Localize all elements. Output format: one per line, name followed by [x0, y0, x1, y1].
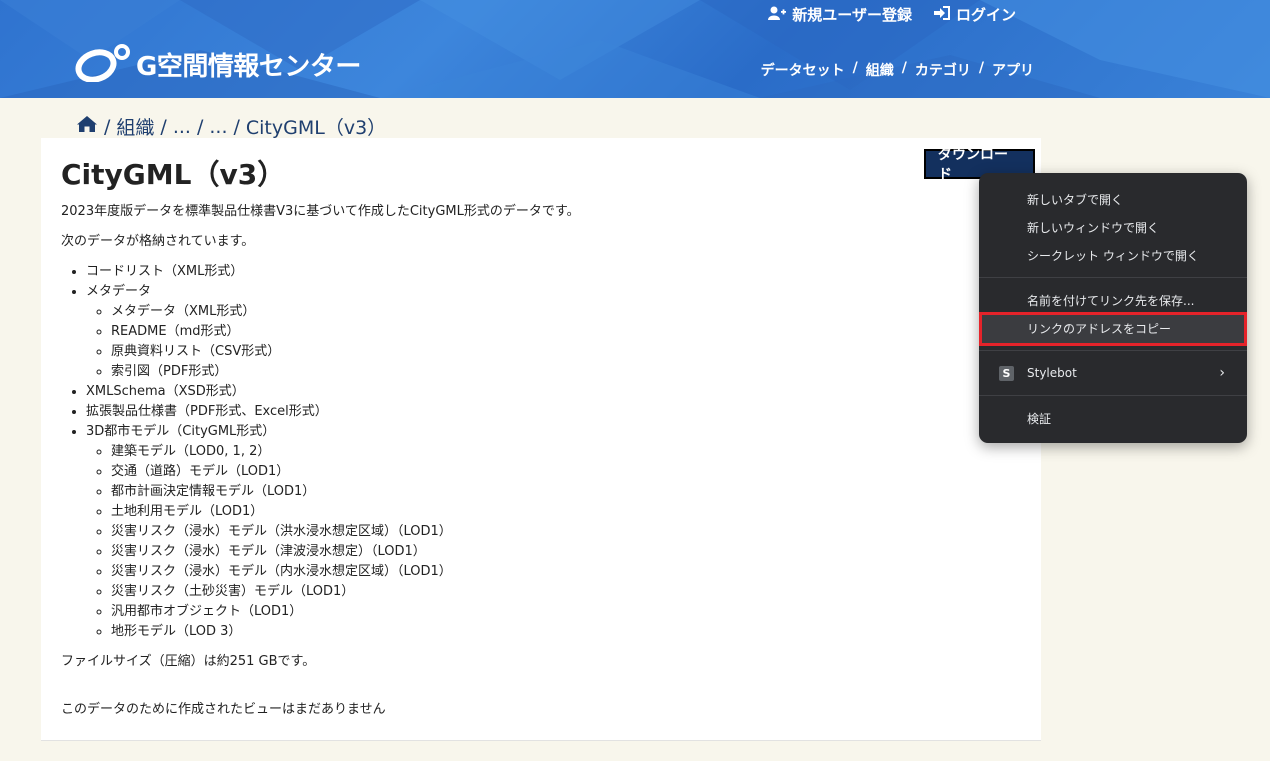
- menu-open-new-tab[interactable]: 新しいタブで開く: [979, 187, 1247, 211]
- list-item: XMLSchema（XSD形式）: [86, 382, 1001, 402]
- filesize-text: ファイルサイズ（圧縮）は約251 GBです。: [61, 654, 316, 669]
- page-title: CityGML（v3）: [61, 158, 286, 191]
- list-item: メタデータ メタデータ（XML形式） README（md形式） 原典資料リスト（…: [86, 282, 1001, 382]
- menu-item-label: 新しいタブで開く: [1027, 192, 1124, 207]
- menu-item-label: シークレット ウィンドウで開く: [1027, 248, 1199, 263]
- nav-categories[interactable]: カテゴリ: [915, 60, 971, 80]
- menu-divider: [979, 350, 1247, 351]
- menu-inspect[interactable]: 検証: [979, 406, 1247, 430]
- context-menu: 新しいタブで開く 新しいウィンドウで開く シークレット ウィンドウで開く 名前を…: [979, 173, 1247, 443]
- menu-stylebot[interactable]: S Stylebot ›: [979, 361, 1247, 385]
- nav-separator: /: [978, 60, 984, 76]
- user-plus-icon: [768, 6, 787, 24]
- chevron-right-icon: ›: [1219, 365, 1225, 381]
- contents-intro: 次のデータが格納されています。: [61, 234, 255, 249]
- list-item: 土地利用モデル（LOD1）: [111, 502, 1001, 522]
- nav-apps[interactable]: アプリ: [992, 60, 1034, 80]
- menu-copy-link-address[interactable]: リンクのアドレスをコピー: [979, 316, 1247, 340]
- list-item: 交通（道路）モデル（LOD1）: [111, 462, 1001, 482]
- register-link[interactable]: 新規ユーザー登録: [768, 4, 912, 25]
- list-item: 地形モデル（LOD 3）: [111, 622, 1001, 642]
- list-item: 3D都市モデル（CityGML形式） 建築モデル（LOD0, 1, 2） 交通（…: [86, 422, 1001, 642]
- login-link-label: ログイン: [955, 6, 1016, 24]
- menu-item-label: 名前を付けてリンク先を保存...: [1027, 293, 1195, 308]
- breadcrumb-current[interactable]: CityGML（v3）: [246, 113, 386, 140]
- list-item: 原典資料リスト（CSV形式）: [111, 342, 1001, 362]
- resource-description: 2023年度版データを標準製品仕様書V3に基づいて作成したCityGML形式のデ…: [61, 202, 1001, 730]
- no-views-text: このデータのために作成されたビューはまだありません: [61, 702, 386, 717]
- breadcrumb-organizations[interactable]: 組織: [116, 113, 154, 140]
- list-item: 災害リスク（浸水）モデル（内水浸水想定区域）（LOD1）: [111, 562, 1001, 582]
- breadcrumb: / 組織 / ... / ... / CityGML（v3）: [76, 113, 386, 140]
- breadcrumb-ellipsis-2[interactable]: ...: [209, 116, 227, 138]
- main-nav: データセット / 組織 / カテゴリ / アプリ: [761, 60, 1034, 80]
- nav-datasets[interactable]: データセット: [761, 60, 845, 80]
- description-text: 2023年度版データを標準製品仕様書V3に基づいて作成したCityGML形式のデ…: [61, 204, 580, 219]
- breadcrumb-separator: /: [233, 115, 240, 138]
- list-item: 汎用都市オブジェクト（LOD1）: [111, 602, 1001, 622]
- list-item: 建築モデル（LOD0, 1, 2）: [111, 442, 1001, 462]
- home-icon[interactable]: [76, 115, 98, 138]
- resource-card: CityGML（v3） ダウンロード 2023年度版データを標準製品仕様書V3に…: [41, 138, 1041, 741]
- menu-item-label: リンクのアドレスをコピー: [1027, 321, 1172, 336]
- list-item: README（md形式）: [111, 322, 1001, 342]
- menu-divider: [979, 395, 1247, 396]
- contents-list: コードリスト（XML形式） メタデータ メタデータ（XML形式） README（…: [61, 262, 1001, 642]
- menu-open-incognito[interactable]: シークレット ウィンドウで開く: [979, 243, 1247, 267]
- menu-open-new-window[interactable]: 新しいウィンドウで開く: [979, 215, 1247, 239]
- top-links: 新規ユーザー登録 ログイン: [768, 4, 1016, 25]
- list-item: 災害リスク（浸水）モデル（洪水浸水想定区域）（LOD1）: [111, 522, 1001, 542]
- logo-mark-icon: [74, 42, 132, 86]
- list-item: 索引図（PDF形式）: [111, 362, 1001, 382]
- site-brand-name: G空間情報センター: [136, 51, 361, 82]
- menu-item-label: 検証: [1027, 411, 1052, 426]
- nav-separator: /: [901, 60, 907, 76]
- stylebot-icon: S: [999, 366, 1014, 381]
- site-logo[interactable]: G空間情報センター: [74, 42, 361, 86]
- list-item: 災害リスク（浸水）モデル（津波浸水想定）（LOD1）: [111, 542, 1001, 562]
- list-item: 災害リスク（土砂災害）モデル（LOD1）: [111, 582, 1001, 602]
- site-header: 新規ユーザー登録 ログイン G空間情報センター データセット / 組織 / カテ…: [0, 0, 1270, 98]
- register-link-label: 新規ユーザー登録: [792, 6, 912, 24]
- sign-in-icon: [933, 5, 950, 24]
- nav-organizations[interactable]: 組織: [866, 60, 894, 80]
- list-item: 都市計画決定情報モデル（LOD1）: [111, 482, 1001, 502]
- list-item: 拡張製品仕様書（PDF形式、Excel形式）: [86, 402, 1001, 422]
- breadcrumb-separator: /: [160, 115, 167, 138]
- list-item: コードリスト（XML形式）: [86, 262, 1001, 282]
- list-item: メタデータ（XML形式）: [111, 302, 1001, 322]
- menu-item-label: Stylebot: [1027, 366, 1077, 380]
- menu-item-label: 新しいウィンドウで開く: [1027, 220, 1160, 235]
- breadcrumb-separator: /: [196, 115, 204, 138]
- login-link[interactable]: ログイン: [933, 4, 1016, 25]
- menu-save-link-as[interactable]: 名前を付けてリンク先を保存...: [979, 288, 1247, 312]
- menu-divider: [979, 277, 1247, 278]
- nav-separator: /: [852, 60, 858, 76]
- breadcrumb-separator: /: [104, 115, 111, 138]
- breadcrumb-ellipsis-1[interactable]: ...: [173, 116, 191, 138]
